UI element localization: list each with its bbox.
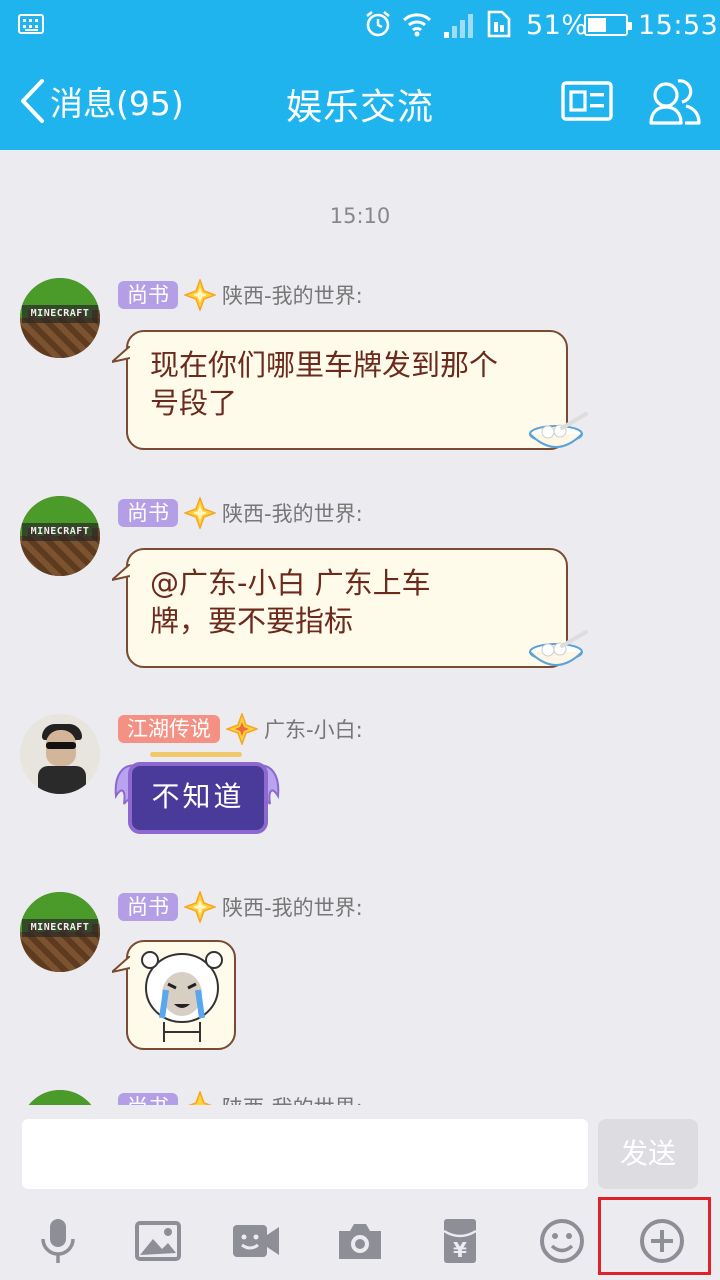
avatar[interactable]: MINECRAFT: [20, 496, 100, 576]
sender-name: 陕西-我的世界:: [222, 1092, 363, 1105]
message-text-line: 号段了: [150, 386, 238, 420]
sim-data-icon: [487, 10, 511, 38]
sender-name: 陕西-我的世界:: [222, 284, 363, 308]
avatar[interactable]: [20, 714, 100, 794]
sender-meta: 尚书 陕西-我的世界:: [118, 1091, 363, 1105]
sender-name: 陕西-我的世界:: [222, 502, 363, 526]
title-badge: 尚书: [118, 893, 178, 921]
avatar[interactable]: MINECRAFT: [20, 278, 100, 358]
star-icon: [188, 1091, 212, 1105]
title-badge: 尚书: [118, 281, 178, 309]
crying-panda-sticker-icon: [141, 951, 223, 1042]
sender-meta: 尚书 陕西-我的世界:: [118, 497, 363, 529]
clock: 15:53: [638, 10, 719, 41]
svg-text:¥: ¥: [453, 1238, 467, 1262]
bubble-ornament: [150, 752, 242, 757]
message-bubble[interactable]: 现在你们哪里车牌发到那个 号段了: [112, 330, 568, 450]
sender-meta: 尚书 陕西-我的世界:: [118, 279, 363, 311]
send-button[interactable]: 发送: [598, 1119, 698, 1189]
sticker-text-bubble[interactable]: 不知道: [128, 762, 268, 834]
keyboard-icon: [18, 14, 44, 34]
sender-meta: 江湖传说 广东-小白:: [118, 713, 363, 745]
title-badge: 江湖传说: [118, 715, 220, 743]
title-badge: 尚书: [118, 1093, 178, 1105]
group-members-icon[interactable]: [648, 76, 702, 126]
message-text-line: @广东-小白 广东上车: [150, 566, 431, 600]
microphone-icon[interactable]: [34, 1217, 82, 1265]
signal-icon: [444, 14, 473, 38]
star-icon: [226, 713, 258, 745]
time-divider: 15:10: [329, 204, 391, 228]
sender-name: 陕西-我的世界:: [222, 896, 363, 920]
sticker-bubble[interactable]: [112, 940, 236, 1050]
title-bar: 消息(95) 娱乐交流: [0, 52, 720, 150]
camera-icon[interactable]: [336, 1217, 384, 1265]
message-input[interactable]: [22, 1119, 588, 1189]
star-icon: [184, 497, 216, 529]
wifi-icon: [402, 13, 432, 37]
battery-icon: [584, 14, 632, 36]
battery-percent: 51%: [526, 10, 588, 41]
bubble-decoration-icon: [529, 412, 588, 448]
star-icon: [184, 891, 216, 923]
chat-area[interactable]: 15:10 MINECRAFT 尚书 陕西-我的世界: 现在你们哪里车牌发到那个…: [0, 150, 720, 1105]
message-text-line: 现在你们哪里车牌发到那个: [150, 348, 499, 382]
title-badge: 尚书: [118, 499, 178, 527]
highlight-annotation: [598, 1197, 711, 1275]
status-bar: 51% 15:53: [0, 0, 720, 52]
red-packet-icon[interactable]: ¥: [436, 1217, 484, 1265]
message-bubble[interactable]: @广东-小白 广东上车 牌，要不要指标: [112, 548, 568, 668]
image-icon[interactable]: [134, 1217, 182, 1265]
group-card-icon[interactable]: [560, 76, 614, 126]
sender-name: 广东-小白:: [264, 718, 363, 742]
emoji-icon[interactable]: [538, 1217, 586, 1265]
video-call-icon[interactable]: [232, 1217, 280, 1265]
message-text-line: 牌，要不要指标: [150, 604, 354, 638]
bubble-decoration-icon: [529, 630, 588, 666]
avatar[interactable]: MINECRAFT: [20, 892, 100, 972]
avatar[interactable]: MINECRAFT: [20, 1090, 100, 1105]
alarm-icon: [366, 10, 390, 37]
star-icon: [184, 279, 216, 311]
sender-meta: 尚书 陕西-我的世界:: [118, 891, 363, 923]
